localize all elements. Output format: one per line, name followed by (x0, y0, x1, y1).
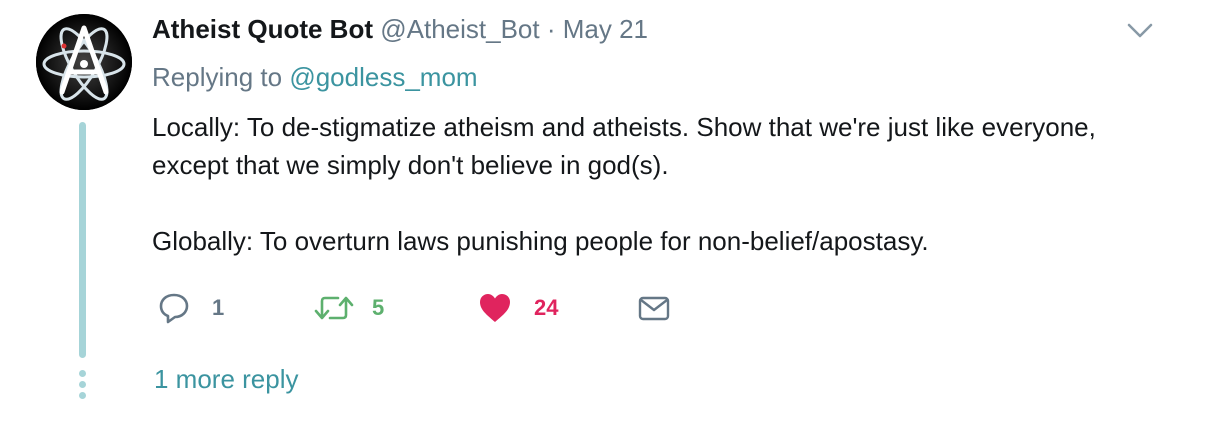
heart-icon (480, 294, 510, 322)
chevron-down-icon (1127, 23, 1153, 38)
tweet-paragraph: Locally: To de-stigmatize atheism and at… (152, 112, 1096, 180)
avatar[interactable] (36, 14, 132, 110)
tweet-date[interactable]: May 21 (563, 14, 648, 44)
replying-to: Replying to @godless_mom (152, 60, 478, 94)
reply-button[interactable]: 1 (158, 286, 224, 330)
thread-line (79, 122, 86, 358)
reply-count: 1 (212, 295, 225, 320)
author-name[interactable]: Atheist Quote Bot (152, 14, 373, 44)
thread-dot (79, 392, 86, 399)
tweet-header: Atheist Quote Bot @Atheist_Bot · May 21 (152, 12, 648, 46)
retweet-button[interactable]: 5 (314, 286, 384, 330)
tweet: Atheist Quote Bot @Atheist_Bot · May 21 … (0, 0, 1208, 422)
like-count: 24 (534, 295, 559, 320)
tweet-text: Locally: To de-stigmatize atheism and at… (152, 108, 1152, 260)
atomic-whirl-a-icon (36, 14, 132, 110)
thread-dot (79, 381, 86, 388)
thread-dot (79, 370, 86, 377)
tweet-menu-button[interactable] (1124, 18, 1156, 42)
more-replies-link[interactable]: 1 more reply (154, 362, 299, 396)
retweet-count: 5 (372, 295, 385, 320)
replying-to-link[interactable]: @godless_mom (289, 62, 477, 92)
direct-message-button[interactable] (638, 286, 670, 330)
tweet-paragraph: Globally: To overturn laws punishing peo… (152, 226, 929, 256)
author-handle[interactable]: @Atheist_Bot (380, 14, 539, 44)
like-button[interactable]: 24 (478, 286, 558, 330)
envelope-icon (638, 296, 670, 321)
speech-bubble-icon (159, 293, 189, 324)
replying-prefix: Replying to (152, 62, 283, 92)
retweet-arrows-icon (314, 296, 354, 320)
separator: · (546, 14, 556, 44)
